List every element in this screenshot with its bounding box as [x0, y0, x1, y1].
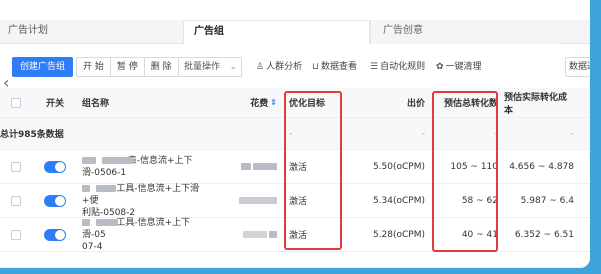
row-goal: 激活 [289, 197, 308, 207]
data-view-button[interactable]: ⊔ 数据查看 [312, 57, 357, 77]
total-label: 总计985条数据 [0, 130, 64, 140]
redacted-text [96, 184, 116, 192]
total-conversions: - [494, 128, 498, 139]
row-goal: 激活 [289, 163, 308, 173]
batch-operation-label: 批量操作 [184, 62, 221, 72]
redacted-text [82, 184, 90, 192]
row-name-line2: 滑-0506-1 [82, 167, 127, 178]
row-name-line1: 表-信息流+上下 [82, 155, 193, 166]
tab-ad-group[interactable]: 广告组 [183, 20, 370, 44]
row-conversion-cost: 4.656 ~ 4.878 [509, 161, 574, 172]
row-conversions: 40 ~ 41 [461, 229, 498, 240]
status-button-group: 开 始 暂 停 删 除 [76, 57, 179, 77]
row-name[interactable]: 表-信息流+上下 滑-0506-1 [82, 150, 202, 183]
tab-ad-plan[interactable]: 广告计划 [8, 20, 48, 44]
auto-rule-label: 自动化规则 [380, 62, 426, 72]
pause-button[interactable]: 暂 停 [111, 58, 145, 76]
header-conversions: 预估总转化数 [443, 99, 498, 109]
header-goal: 优化目标 [289, 99, 326, 109]
start-button[interactable]: 开 始 [77, 58, 111, 76]
redacted-text [96, 218, 118, 226]
toolbar: 创建广告组 开 始 暂 停 删 除 批量操作 ⌄ ♙ 人群分析 ⊔ 数据查看 ☰ 自动… [0, 54, 590, 80]
total-bid: - [421, 128, 425, 139]
broom-icon: ✿ [436, 62, 444, 72]
redacted-text [102, 156, 134, 164]
redacted-text [82, 156, 96, 164]
chevron-down-icon: ⌄ [229, 62, 237, 72]
select-all-checkbox[interactable] [10, 88, 22, 117]
row-cost [205, 150, 277, 183]
row-name[interactable]: 工具-信息流+上下滑-05 07-4 [82, 218, 202, 252]
row-name-line2: 07-4 [82, 241, 103, 252]
total-conversion-cost: - [570, 128, 574, 139]
row-checkbox[interactable] [10, 218, 22, 251]
person-icon: ♙ [256, 62, 265, 72]
row-switch[interactable] [40, 150, 70, 183]
table-row[interactable]: 表-信息流+上下 滑-0506-1 激活 5.50(oCPM) 105 ~ 11… [0, 150, 590, 184]
table-row[interactable]: 工具-信息流+上下滑-05 07-4 激活 5.28(oCPM) 40 ~ 41… [0, 218, 590, 252]
row-conversions: 58 ~ 62 [461, 195, 498, 206]
row-name[interactable]: 工具-信息流+上下滑+便 利贴-0508-2 [82, 184, 202, 218]
one-click-clean-label: 一键清理 [445, 62, 482, 72]
sort-icon[interactable]: ⇕ [270, 98, 277, 107]
delete-button[interactable]: 删 除 [145, 58, 178, 76]
row-cost [205, 218, 277, 251]
batch-operation-select[interactable]: 批量操作 ⌄ [178, 57, 242, 77]
crowd-analysis-label: 人群分析 [266, 62, 303, 72]
row-conversion-cost: 6.352 ~ 6.51 [514, 229, 574, 240]
row-switch[interactable] [40, 184, 70, 217]
header-conversion-cost: 预估实际转化成本 [504, 92, 568, 116]
chart-icon: ⊔ [312, 62, 320, 72]
tab-bar: 广告计划 广告组 广告创意 [0, 20, 590, 44]
auto-rule-button[interactable]: ☰ 自动化规则 [370, 57, 425, 77]
row-checkbox[interactable] [10, 150, 22, 183]
row-checkbox[interactable] [10, 184, 22, 217]
row-conversions: 105 ~ 110 [450, 161, 498, 172]
header-name: 组名称 [82, 99, 110, 109]
header-cost-label: 花费 [250, 99, 269, 109]
one-click-clean-button[interactable]: ✿ 一键清理 [436, 57, 482, 77]
row-cost [205, 184, 277, 217]
row-conversion-cost: 5.987 ~ 6.4 [520, 195, 574, 206]
row-bid: 5.50(oCPM) [372, 161, 425, 172]
total-row: 总计985条数据 - - - - [0, 118, 590, 150]
table-header: 开关 组名称 花费 ⇕ 优化目标 出价 预估总转化数 预估实际转化成本 [0, 88, 590, 118]
row-bid: 5.28(oCPM) [372, 229, 425, 240]
total-goal: - [289, 128, 293, 139]
tab-ad-creative[interactable]: 广告创意 [370, 20, 560, 44]
data-filter-button[interactable]: 数据过 [565, 57, 590, 77]
row-switch[interactable] [40, 218, 70, 251]
redacted-text [82, 218, 90, 226]
rules-icon: ☰ [370, 62, 379, 72]
create-ad-group-button[interactable]: 创建广告组 [12, 57, 74, 77]
data-view-label: 数据查看 [321, 62, 358, 72]
row-bid: 5.34(oCPM) [372, 195, 425, 206]
header-switch: 开关 [45, 99, 64, 109]
table-row-partial [0, 252, 590, 268]
table-row[interactable]: 工具-信息流+上下滑+便 利贴-0508-2 激活 5.34(oCPM) 58 … [0, 184, 590, 218]
row-goal: 激活 [289, 231, 308, 241]
crowd-analysis-button[interactable]: ♙ 人群分析 [256, 57, 302, 77]
ad-panel: 广告计划 广告组 广告创意 创建广告组 开 始 暂 停 删 除 批量操作 ⌄ ♙… [0, 0, 590, 268]
header-bid: 出价 [406, 99, 425, 109]
header-cost[interactable]: 花费 ⇕ [205, 88, 277, 117]
